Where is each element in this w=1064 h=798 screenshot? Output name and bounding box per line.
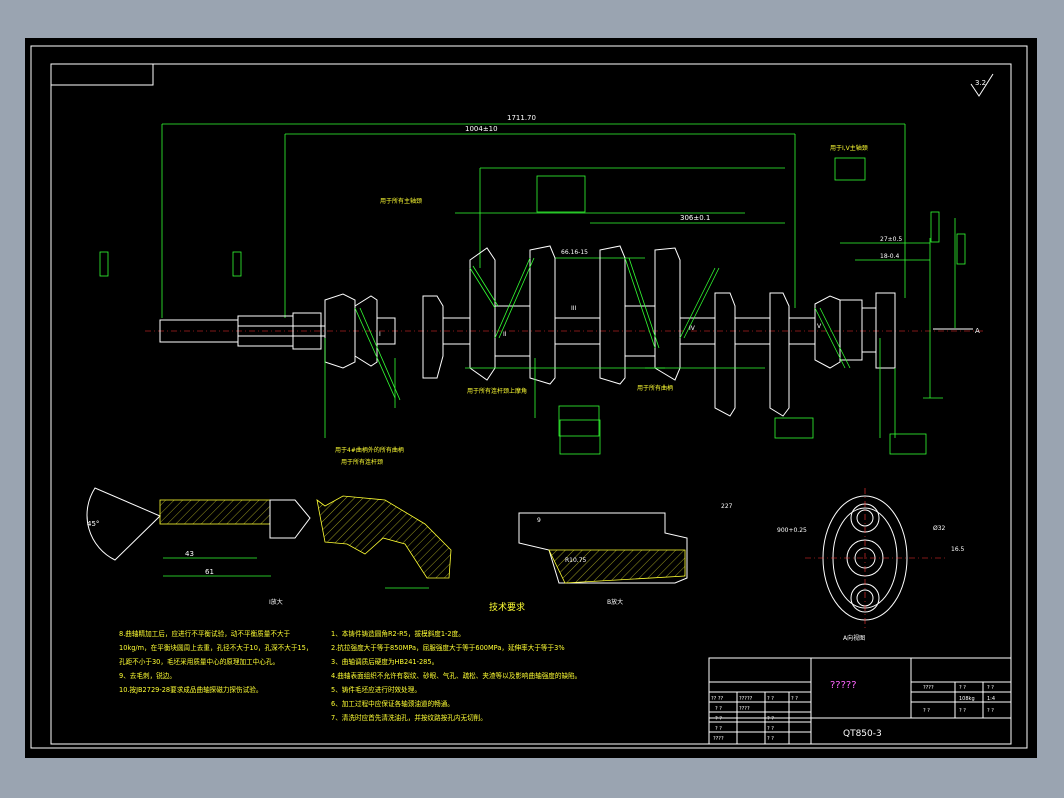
roughness-symbol-top: 3.2 — [970, 73, 994, 97]
svg-text:27±0.5: 27±0.5 — [880, 236, 902, 243]
overall-dimensions: 1711.70 1004±10 306±0.1 66.16-15 27±0.5 … — [161, 114, 956, 399]
svg-text:1711.70: 1711.70 — [507, 114, 536, 122]
svg-text:? ?: ? ? — [767, 696, 774, 702]
svg-text:IV: IV — [689, 325, 696, 332]
svg-text:?? ??: ?? ?? — [711, 696, 724, 702]
svg-text:? ?: ? ? — [987, 708, 994, 714]
detail-a-view: 900+0.25 Ø32 16.5 A向视图 — [777, 488, 965, 642]
svg-text:61: 61 — [205, 568, 214, 576]
crankshaft-drawing: 3.2 1711.70 1004±10 306±0.1 66.16-15 27±… — [30, 45, 1028, 749]
svg-text:2.抗拉强度大于等于850MPa，屈服强度大于等于600MP: 2.抗拉强度大于等于850MPa，屈服强度大于等于600MPa，延伸率大于等于3… — [331, 643, 565, 652]
svg-text:1、本铸件铸造圆角R2-R5，拔模斜度1-2度。: 1、本铸件铸造圆角R2-R5，拔模斜度1-2度。 — [331, 629, 465, 638]
technical-requirements: 技术要求 8.曲轴精加工后，应进行不平衡试验，动不平衡质量不大于 10kg/m，… — [119, 601, 581, 722]
svg-text:????: ???? — [923, 685, 934, 691]
svg-text:用于所有主轴颈: 用于所有主轴颈 — [380, 197, 422, 205]
detail-keyway: 43 61 45° I放大 — [86, 487, 311, 606]
svg-text:108kg: 108kg — [959, 696, 975, 702]
svg-text:用于所有曲柄: 用于所有曲柄 — [637, 384, 673, 392]
svg-text:用于所有连杆颈上摩角: 用于所有连杆颈上摩角 — [467, 387, 527, 395]
svg-text:16.5: 16.5 — [951, 546, 965, 553]
svg-text:????: ???? — [739, 706, 750, 712]
svg-text:900+0.25: 900+0.25 — [777, 527, 807, 534]
svg-text:? ?: ? ? — [767, 736, 774, 742]
svg-text:用于4#曲柄外的所有曲柄: 用于4#曲柄外的所有曲柄 — [335, 446, 404, 454]
drawing-sheet: 3.2 1711.70 1004±10 306±0.1 66.16-15 27±… — [25, 38, 1037, 758]
svg-text:10kg/m，在平衡块圆周上去重，孔径不大于10，孔深不大于: 10kg/m，在平衡块圆周上去重，孔径不大于10，孔深不大于15， — [119, 643, 312, 652]
svg-text:Ø32: Ø32 — [933, 525, 946, 532]
svg-text:III: III — [571, 305, 577, 312]
drawing-name: ????? — [830, 680, 857, 691]
detail-counterweight — [316, 495, 452, 589]
svg-text:? ?: ? ? — [959, 685, 966, 691]
svg-text:? ?: ? ? — [923, 708, 930, 714]
svg-text:7、清洗时应首先清洗油孔，并按纹路按孔内无切削。: 7、清洗时应首先清洗油孔，并按纹路按孔内无切削。 — [331, 713, 487, 722]
svg-text:A向视图: A向视图 — [843, 634, 865, 642]
svg-text:? ?: ? ? — [715, 706, 722, 712]
svg-text:5、铸件毛坯应进行时效处理。: 5、铸件毛坯应进行时效处理。 — [331, 685, 421, 694]
svg-text:R10.75: R10.75 — [565, 557, 587, 564]
svg-text:8.曲轴精加工后，应进行不平衡试验，动不平衡质量不大于: 8.曲轴精加工后，应进行不平衡试验，动不平衡质量不大于 — [119, 629, 291, 638]
svg-text:? ?: ? ? — [767, 726, 774, 732]
corner-stamp-box — [50, 63, 154, 86]
svg-text:1:4: 1:4 — [987, 696, 995, 702]
svg-text:45°: 45° — [87, 520, 99, 528]
svg-text:18-0.4: 18-0.4 — [880, 253, 900, 260]
inner-frame — [50, 63, 1012, 745]
svg-text:V: V — [817, 323, 822, 330]
svg-text:306±0.1: 306±0.1 — [680, 214, 710, 222]
svg-text:? ?: ? ? — [767, 716, 774, 722]
svg-text:4.曲轴表面组织不允许有裂纹、砂眼、气孔、疏松、夹渣等以及影: 4.曲轴表面组织不允许有裂纹、砂眼、气孔、疏松、夹渣等以及影响曲轴强度的缺陷。 — [331, 671, 581, 680]
svg-text:?????: ????? — [739, 696, 753, 702]
svg-text:6、加工过程中应保证各轴颈油道的畅通。: 6、加工过程中应保证各轴颈油道的畅通。 — [331, 699, 454, 708]
tolerance-frames — [99, 157, 966, 455]
svg-text:? ?: ? ? — [987, 685, 994, 691]
svg-text:A: A — [975, 327, 980, 335]
svg-text:3、曲轴调质后硬度为HB241-285。: 3、曲轴调质后硬度为HB241-285。 — [331, 657, 438, 666]
material: QT850-3 — [843, 729, 882, 739]
svg-text:10.按JB2729-28要求成品曲轴探磁力探伤试验。: 10.按JB2729-28要求成品曲轴探磁力探伤试验。 — [119, 685, 262, 694]
svg-text:1004±10: 1004±10 — [465, 125, 498, 133]
detail-fillet: R10.75 227 9 B放大 — [518, 503, 733, 606]
svg-text:I: I — [379, 331, 381, 338]
svg-text:I放大: I放大 — [269, 598, 283, 606]
svg-text:9、去毛刺，锐边。: 9、去毛刺，锐边。 — [119, 671, 176, 680]
svg-text:B放大: B放大 — [607, 598, 623, 606]
svg-text:66.16-15: 66.16-15 — [561, 249, 588, 256]
svg-text:????: ???? — [713, 736, 724, 742]
svg-text:? ?: ? ? — [715, 726, 722, 732]
svg-text:227: 227 — [721, 503, 733, 510]
svg-text:II: II — [503, 331, 507, 338]
svg-text:9: 9 — [537, 517, 541, 524]
svg-text:孔距不小于30，毛坯采用质量中心的原理加工中心孔。: 孔距不小于30，毛坯采用质量中心的原理加工中心孔。 — [119, 657, 279, 666]
tech-title: 技术要求 — [489, 601, 525, 613]
svg-text:43: 43 — [185, 550, 194, 558]
lower-dimensions — [324, 338, 896, 438]
title-block: ????? QT850-3 ???? ? ? ? ? 108kg 1:4 ? ?… — [708, 657, 1012, 745]
svg-text:? ?: ? ? — [715, 716, 722, 722]
outer-frame — [30, 45, 1028, 749]
svg-text:3.2: 3.2 — [975, 79, 986, 87]
svg-text:用于所有连杆颈: 用于所有连杆颈 — [341, 458, 383, 466]
svg-text:用于I,V主轴颈: 用于I,V主轴颈 — [830, 144, 868, 152]
svg-text:? ?: ? ? — [959, 708, 966, 714]
svg-text:? ?: ? ? — [791, 696, 798, 702]
